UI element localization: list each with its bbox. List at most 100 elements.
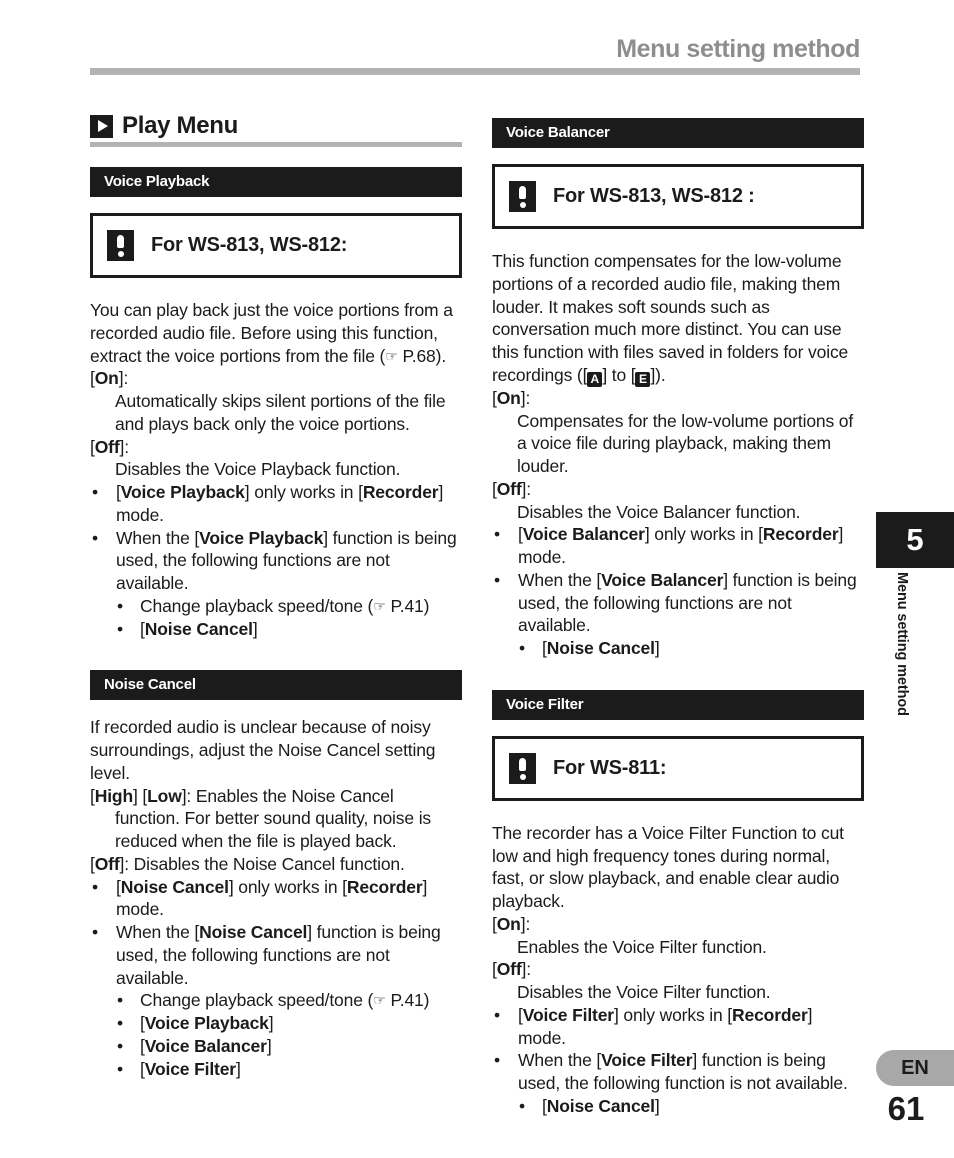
voice-filter-keyword: Voice Filter [522, 1004, 614, 1025]
folder-a-icon: A [587, 371, 603, 387]
voice-balancer-subbullet-1: • [Noise Cancel] [517, 637, 864, 660]
page-number: 61 [887, 1090, 925, 1127]
noise-cancel-keyword: Noise Cancel [199, 922, 308, 942]
left-column: Play Menu Voice Playback For WS-813, WS-… [90, 112, 462, 1080]
voice-balancer-keyword: Voice Balancer [601, 569, 724, 590]
bracket-mid: ] [ [133, 785, 148, 806]
noise-cancel-subbullet-2: • [Voice Playback] [117, 1013, 274, 1033]
bullet-marker: • [494, 524, 500, 545]
noise-cancel-bullet-2: • When the [Noise Cancel] function is be… [90, 921, 462, 989]
voice-filter-on-desc: Enables the Voice Filter function. [517, 936, 767, 957]
voice-balancer-on-desc: Compensates for the low-volume portions … [517, 410, 854, 477]
exclamation-icon [509, 181, 536, 212]
voice-filter-keyword: Voice Filter [601, 1050, 693, 1071]
section-bar-voice-balancer: Voice Balancer [492, 118, 864, 148]
noise-cancel-keyword: Noise Cancel [546, 1095, 655, 1116]
bullet-marker: • [494, 569, 500, 590]
off-keyword: Off [94, 436, 120, 457]
voice-filter-bullet-1: • [Voice Filter] only works in [Recorder… [492, 1004, 864, 1050]
sub-bullet-marker: • [117, 1013, 123, 1033]
sub-bullet-marker: • [117, 595, 123, 616]
bullet-marker: • [92, 527, 98, 548]
bullet-mid: ] only works in [ [613, 1004, 733, 1025]
sub-bullet-marker: • [117, 990, 123, 1011]
page-header: Menu setting method [90, 35, 860, 76]
chapter-vertical-label: Menu setting method [894, 572, 910, 716]
voice-playback-keyword: Voice Playback [144, 1013, 269, 1033]
notice-box-voice-filter: For WS-811: [492, 735, 864, 801]
bullet-marker: • [92, 876, 98, 897]
noise-cancel-subbullet-3: • [Voice Balancer] [117, 1035, 272, 1056]
sub-bullet-marker: • [117, 1035, 123, 1056]
bullet-marker: • [92, 482, 98, 502]
voice-playback-on-label: [On]: [90, 368, 129, 389]
voice-playback-intro: You can play back just the voice portion… [90, 299, 462, 367]
section-bar-noise-cancel: Noise Cancel [90, 670, 462, 701]
notice-label-voice-playback: For WS-813, WS-812: [151, 234, 348, 256]
bullet-lead: When the [ [518, 1050, 602, 1071]
noise-cancel-subbullet-1: • Change playback speed/tone (☞ P.41) [115, 989, 462, 1012]
high-keyword: High [94, 785, 133, 806]
voice-balancer-off-label: [Off]: [492, 478, 531, 499]
voice-playback-off-label: [Off]: [90, 436, 129, 457]
noise-cancel-keyword: Noise Cancel [144, 618, 253, 639]
recorder-keyword: Recorder [732, 1004, 808, 1025]
off-keyword: Off [496, 959, 522, 980]
voice-playback-intro-ref: P.68 [402, 345, 436, 366]
noise-cancel-off: [Off]: Disables the Noise Cancel functio… [90, 853, 405, 874]
bullet-lead: When the [ [518, 569, 602, 590]
off-tail: ]: Disables the Noise Cancel function. [119, 853, 405, 874]
voice-balancer-on-label: [On]: [492, 387, 531, 408]
subbullet-text: Change playback speed/tone ( [140, 595, 374, 616]
bullet-mid: ] only works in [ [244, 482, 363, 502]
voice-filter-keyword: Voice Filter [144, 1058, 236, 1079]
play-menu-heading: Play Menu [90, 112, 462, 147]
subbullet-text: Change playback speed/tone ( [140, 990, 374, 1011]
voice-filter-bullet-2: • When the [Voice Filter] function is be… [492, 1049, 864, 1095]
notice-box-voice-balancer: For WS-813, WS-812 : [492, 164, 864, 229]
section-bar-voice-playback: Voice Playback [90, 167, 462, 197]
voice-balancer-off-desc: Disables the Voice Balancer function. [517, 501, 801, 522]
subbullet-tail: ) [423, 990, 430, 1011]
voice-playback-bullet-1: • [Voice Playback] only works in [Record… [90, 481, 462, 527]
sub-bullet-marker: • [117, 1058, 123, 1079]
chapter-number-tab: 5 [876, 512, 954, 568]
bracket-close: ] [654, 1095, 660, 1116]
running-header-title: Menu setting method [616, 35, 860, 63]
voice-playback-keyword: Voice Playback [120, 482, 245, 502]
voice-filter-off-label: [Off]: [492, 959, 531, 980]
voice-balancer-intro: This function compensates for the low-vo… [492, 250, 864, 387]
exclamation-icon [509, 752, 536, 784]
recorder-keyword: Recorder [762, 524, 839, 545]
sub-bullet-marker: • [117, 618, 123, 639]
bullet-mid: ] only works in [ [228, 876, 347, 897]
hand-pointer-icon: ☞ [373, 597, 386, 614]
notice-label-voice-filter: For WS-811: [553, 756, 667, 779]
exclamation-icon [107, 230, 134, 261]
play-menu-underline [90, 142, 462, 147]
voice-filter-off-desc: Disables the Voice Filter function. [517, 982, 771, 1002]
voice-filter-intro: The recorder has a Voice Filter Function… [492, 822, 844, 911]
bracket-close: ] [252, 618, 258, 639]
voice-playback-off-desc: Disables the Voice Playback function. [115, 459, 401, 480]
bullet-lead: When the [ [116, 527, 200, 548]
recorder-keyword: Recorder [362, 482, 439, 502]
voice-balancer-keyword: Voice Balancer [144, 1035, 267, 1056]
noise-cancel-keyword: Noise Cancel [120, 876, 229, 897]
play-triangle-icon [90, 114, 113, 138]
sub-bullet-marker: • [519, 638, 525, 658]
bracket-close: ] [654, 638, 660, 658]
voice-playback-keyword: Voice Playback [199, 527, 324, 548]
bullet-marker: • [92, 922, 98, 942]
right-column: Voice Balancer For WS-813, WS-812 : This… [492, 118, 864, 1118]
voice-balancer-intro-text: This function compensates for the low-vo… [492, 251, 849, 385]
high-low-tail: ]: Enables the Noise Cancel [181, 785, 394, 806]
subbullet-ref: P.41 [390, 595, 424, 616]
intro-mid: ] to [ [602, 364, 636, 385]
voice-playback-intro-text: You can play back just the voice portion… [90, 300, 453, 366]
bullet-lead: When the [ [116, 922, 200, 942]
folder-e-icon: E [635, 371, 651, 387]
on-keyword: On [496, 913, 521, 934]
noise-cancel-intro: If recorded audio is unclear because of … [90, 717, 436, 783]
subbullet-tail: ) [423, 595, 430, 616]
